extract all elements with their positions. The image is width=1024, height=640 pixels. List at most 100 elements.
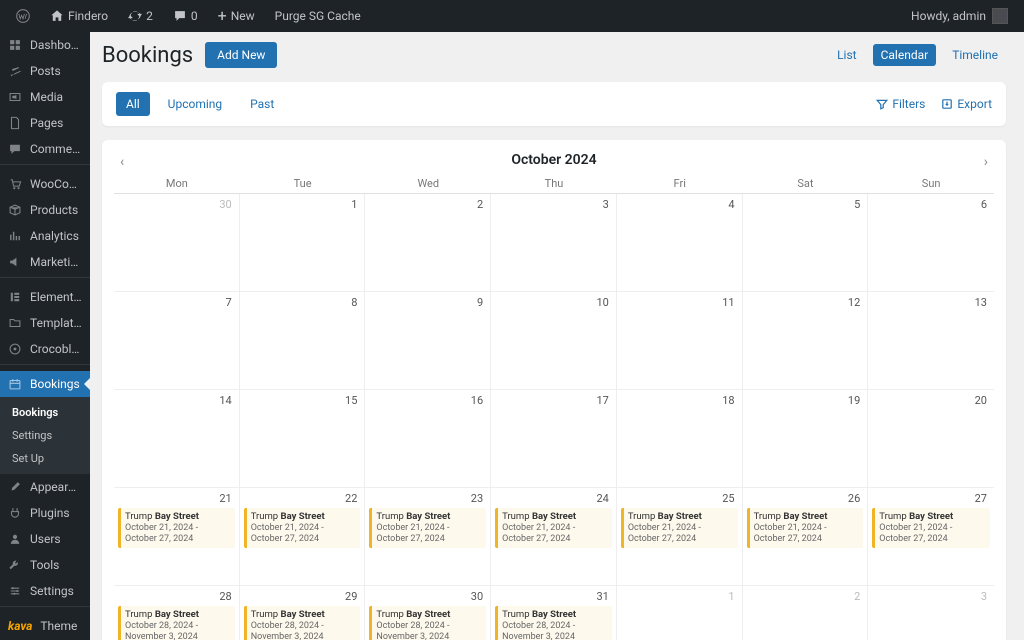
calendar-cell[interactable]: 8: [240, 292, 366, 390]
prev-month-button[interactable]: ‹: [114, 152, 130, 172]
calendar-cell[interactable]: 14: [114, 390, 240, 488]
calendar-cell[interactable]: 1: [617, 586, 743, 640]
howdy-text: Howdy, admin: [911, 9, 986, 23]
sidebar-item-woocommerce[interactable]: WooCommerce: [0, 171, 90, 197]
filter-all[interactable]: All: [116, 92, 150, 116]
event-title: Trump Bay Street: [502, 511, 608, 523]
calendar-event[interactable]: Trump Bay StreetOctober 21, 2024 - Octob…: [244, 508, 361, 548]
calendar-cell[interactable]: 25Trump Bay StreetOctober 21, 2024 - Oct…: [617, 488, 743, 586]
calendar-cell[interactable]: 15: [240, 390, 366, 488]
calendar-cell[interactable]: 24Trump Bay StreetOctober 21, 2024 - Oct…: [491, 488, 617, 586]
calendar-event[interactable]: Trump Bay StreetOctober 21, 2024 - Octob…: [495, 508, 612, 548]
view-list[interactable]: List: [829, 44, 865, 66]
sidebar-item-marketing[interactable]: Marketing: [0, 249, 90, 275]
calendar-cell[interactable]: 20: [868, 390, 994, 488]
filters-button[interactable]: Filters: [876, 97, 925, 111]
calendar-cell[interactable]: 19: [743, 390, 869, 488]
sidebar-item-analytics[interactable]: Analytics: [0, 223, 90, 249]
calendar-cell[interactable]: 16: [365, 390, 491, 488]
sidebar-item-theme[interactable]: kavaTheme: [0, 613, 90, 639]
calendar-cell[interactable]: 2: [743, 586, 869, 640]
export-button[interactable]: Export: [941, 97, 992, 111]
calendar-cell[interactable]: 2: [365, 194, 491, 292]
sidebar-item-users[interactable]: Users: [0, 526, 90, 552]
sidebar-item-templates[interactable]: Templates: [0, 310, 90, 336]
account-menu[interactable]: Howdy, admin: [911, 8, 1016, 24]
calendar-cell[interactable]: 27Trump Bay StreetOctober 21, 2024 - Oct…: [868, 488, 994, 586]
calendar-cell[interactable]: 9: [365, 292, 491, 390]
wrench-icon: [8, 558, 22, 572]
calendar-cell[interactable]: 13: [868, 292, 994, 390]
view-timeline[interactable]: Timeline: [944, 44, 1006, 66]
sidebar-item-settings[interactable]: Settings: [0, 578, 90, 604]
sidebar-item-crocoblock[interactable]: Crocoblock: [0, 336, 90, 362]
sidebar-sub-set-up[interactable]: Set Up: [0, 447, 90, 470]
calendar-panel: ‹ October 2024 › MonTueWedThuFriSatSun 3…: [102, 140, 1006, 640]
calendar-date: 1: [244, 197, 361, 212]
calendar-event[interactable]: Trump Bay StreetOctober 21, 2024 - Octob…: [747, 508, 864, 548]
calendar-cell[interactable]: 12: [743, 292, 869, 390]
calendar-cell[interactable]: 21Trump Bay StreetOctober 21, 2024 - Oct…: [114, 488, 240, 586]
calendar-date: 2: [747, 589, 864, 604]
calendar-event[interactable]: Trump Bay StreetOctober 28, 2024 - Novem…: [369, 606, 486, 640]
calendar-cell[interactable]: 23Trump Bay StreetOctober 21, 2024 - Oct…: [365, 488, 491, 586]
sidebar-item-tools[interactable]: Tools: [0, 552, 90, 578]
wp-logo[interactable]: [8, 0, 38, 32]
calendar-cell[interactable]: 29Trump Bay StreetOctober 28, 2024 - Nov…: [240, 586, 366, 640]
sidebar-sub-settings[interactable]: Settings: [0, 424, 90, 447]
calendar-cell[interactable]: 28Trump Bay StreetOctober 28, 2024 - Nov…: [114, 586, 240, 640]
calendar-cell[interactable]: 3: [868, 586, 994, 640]
calendar-cell[interactable]: 6: [868, 194, 994, 292]
new-content-link[interactable]: + New: [210, 0, 263, 32]
filter-past[interactable]: Past: [240, 92, 284, 116]
filter-icon: [876, 98, 888, 110]
event-date-range: October 21, 2024 - October 27, 2024: [879, 523, 986, 546]
calendar-cell[interactable]: 3: [491, 194, 617, 292]
calendar-cell[interactable]: 11: [617, 292, 743, 390]
calendar-cell[interactable]: 1: [240, 194, 366, 292]
sidebar-sub-bookings[interactable]: Bookings: [0, 401, 90, 424]
calendar-cell[interactable]: 18: [617, 390, 743, 488]
calendar-cell[interactable]: 30Trump Bay StreetOctober 28, 2024 - Nov…: [365, 586, 491, 640]
calendar-cell[interactable]: 17: [491, 390, 617, 488]
sidebar-item-dashboard[interactable]: Dashboard: [0, 32, 90, 58]
calendar-event[interactable]: Trump Bay StreetOctober 21, 2024 - Octob…: [369, 508, 486, 548]
calendar-event[interactable]: Trump Bay StreetOctober 28, 2024 - Novem…: [244, 606, 361, 640]
calendar-cell[interactable]: 4: [617, 194, 743, 292]
calendar-cell[interactable]: 22Trump Bay StreetOctober 21, 2024 - Oct…: [240, 488, 366, 586]
sidebar-item-posts[interactable]: Posts: [0, 58, 90, 84]
sidebar-item-bookings[interactable]: Bookings: [0, 371, 90, 397]
calendar-cell[interactable]: 5: [743, 194, 869, 292]
calendar-event[interactable]: Trump Bay StreetOctober 28, 2024 - Novem…: [118, 606, 235, 640]
sidebar-item-pages[interactable]: Pages: [0, 110, 90, 136]
calendar-cell[interactable]: 26Trump Bay StreetOctober 21, 2024 - Oct…: [743, 488, 869, 586]
purge-cache-link[interactable]: Purge SG Cache: [267, 0, 369, 32]
sidebar-item-plugins[interactable]: Plugins: [0, 500, 90, 526]
calendar-event[interactable]: Trump Bay StreetOctober 21, 2024 - Octob…: [118, 508, 235, 548]
calendar-cell[interactable]: 10: [491, 292, 617, 390]
updates-link[interactable]: 2: [120, 0, 161, 32]
sidebar-item-label: Posts: [30, 64, 61, 78]
sliders-icon: [8, 584, 22, 598]
calendar-cell[interactable]: 7: [114, 292, 240, 390]
sidebar-item-appearance[interactable]: Appearance: [0, 474, 90, 500]
sidebar-item-media[interactable]: Media: [0, 84, 90, 110]
calendar-event[interactable]: Trump Bay StreetOctober 21, 2024 - Octob…: [621, 508, 738, 548]
view-calendar[interactable]: Calendar: [873, 44, 937, 66]
calendar-daynames: MonTueWedThuFriSatSun: [114, 174, 994, 194]
calendar-event[interactable]: Trump Bay StreetOctober 21, 2024 - Octob…: [872, 508, 990, 548]
sidebar-item-label: Plugins: [30, 506, 70, 520]
site-name-link[interactable]: Findero: [42, 0, 116, 32]
sidebar-item-comments[interactable]: Comments: [0, 136, 90, 162]
comments-link[interactable]: 0: [165, 0, 206, 32]
dashboard-icon: [8, 38, 22, 52]
next-month-button[interactable]: ›: [978, 152, 994, 172]
calendar-cell[interactable]: 31Trump Bay StreetOctober 28, 2024 - Nov…: [491, 586, 617, 640]
media-icon: [8, 90, 22, 104]
filter-upcoming[interactable]: Upcoming: [158, 92, 232, 116]
calendar-cell[interactable]: 30: [114, 194, 240, 292]
calendar-event[interactable]: Trump Bay StreetOctober 28, 2024 - Novem…: [495, 606, 612, 640]
sidebar-item-elementor[interactable]: Elementor: [0, 284, 90, 310]
add-new-button[interactable]: Add New: [205, 42, 277, 68]
sidebar-item-products[interactable]: Products: [0, 197, 90, 223]
